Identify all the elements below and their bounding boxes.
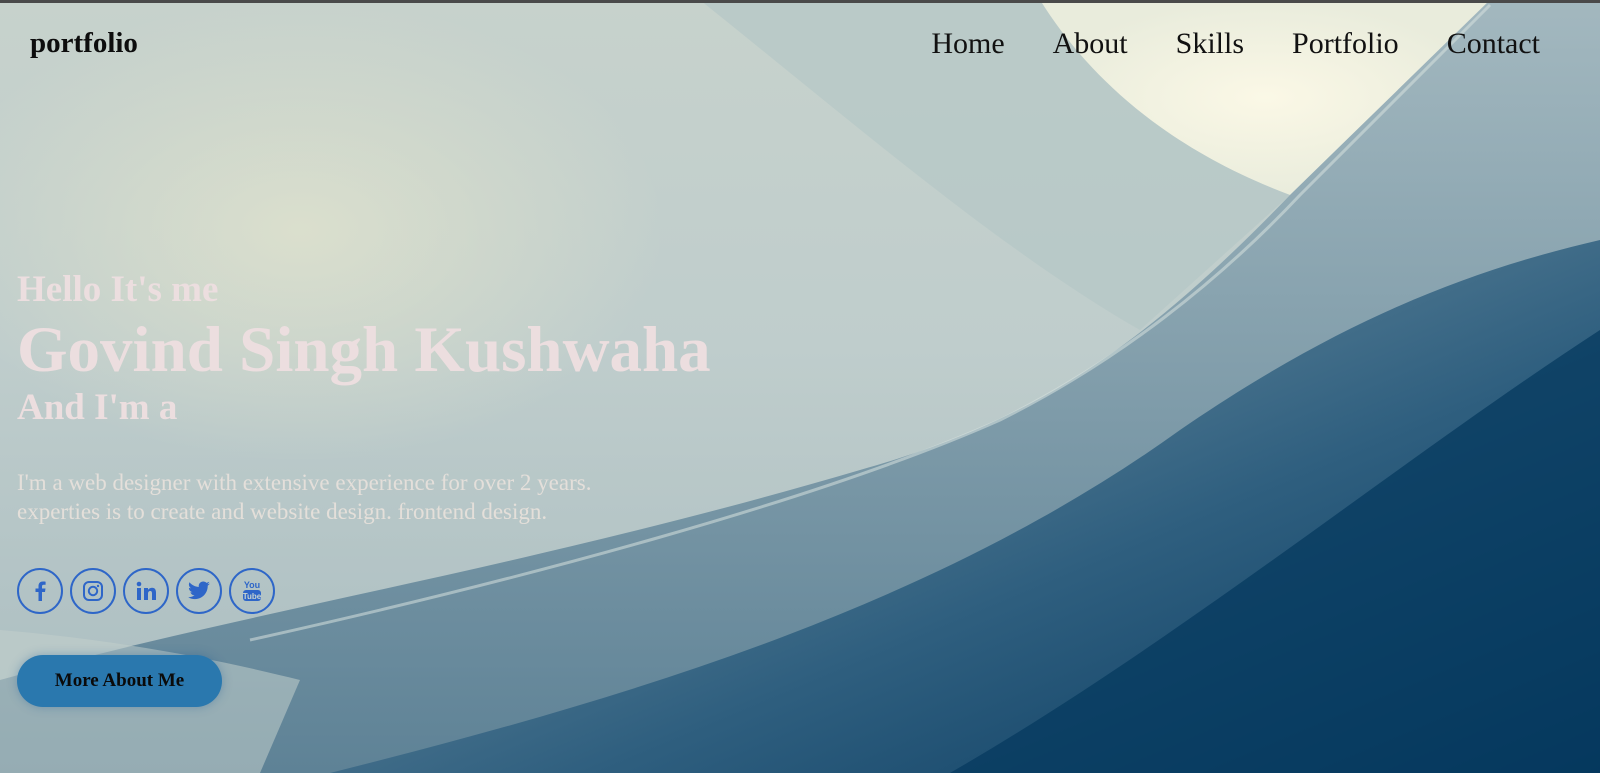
nav-skills[interactable]: Skills <box>1176 27 1244 61</box>
facebook-link[interactable] <box>17 568 63 614</box>
linkedin-link[interactable] <box>123 568 169 614</box>
twitter-link[interactable] <box>176 568 222 614</box>
hero-section: Hello It's me Govind Singh Kushwaha And … <box>17 268 711 526</box>
instagram-icon <box>83 581 103 601</box>
hero-greeting: Hello It's me <box>17 269 219 310</box>
hero-description: I'm a web designer with extensive experi… <box>17 468 711 526</box>
window-top-border <box>0 0 1600 3</box>
youtube-link[interactable]: You Tube <box>229 568 275 614</box>
nav-portfolio[interactable]: Portfolio <box>1292 27 1399 61</box>
hero-description-line: experties is to create and website desig… <box>17 499 548 524</box>
twitter-icon <box>188 581 210 600</box>
site-header: portfolio Home About Skills Portfolio Co… <box>0 3 1600 88</box>
svg-text:You: You <box>244 580 260 590</box>
svg-text:Tube: Tube <box>243 592 262 601</box>
nav-contact[interactable]: Contact <box>1447 27 1540 61</box>
page: portfolio Home About Skills Portfolio Co… <box>0 0 1600 773</box>
nav-about[interactable]: About <box>1053 27 1128 61</box>
youtube-icon: You Tube <box>243 580 262 601</box>
instagram-link[interactable] <box>70 568 116 614</box>
site-logo[interactable]: portfolio <box>30 27 138 60</box>
nav-home[interactable]: Home <box>931 27 1004 61</box>
hero-name: Govind Singh Kushwaha <box>17 314 711 386</box>
more-about-me-button[interactable]: More About Me <box>17 655 222 707</box>
hero-description-line: I'm a web designer with extensive experi… <box>17 470 592 495</box>
linkedin-icon <box>136 581 156 600</box>
hero-role: And I'm a <box>17 387 178 428</box>
social-links: You Tube <box>17 568 275 614</box>
facebook-icon <box>35 581 46 601</box>
main-nav: Home About Skills Portfolio Contact <box>883 27 1540 61</box>
